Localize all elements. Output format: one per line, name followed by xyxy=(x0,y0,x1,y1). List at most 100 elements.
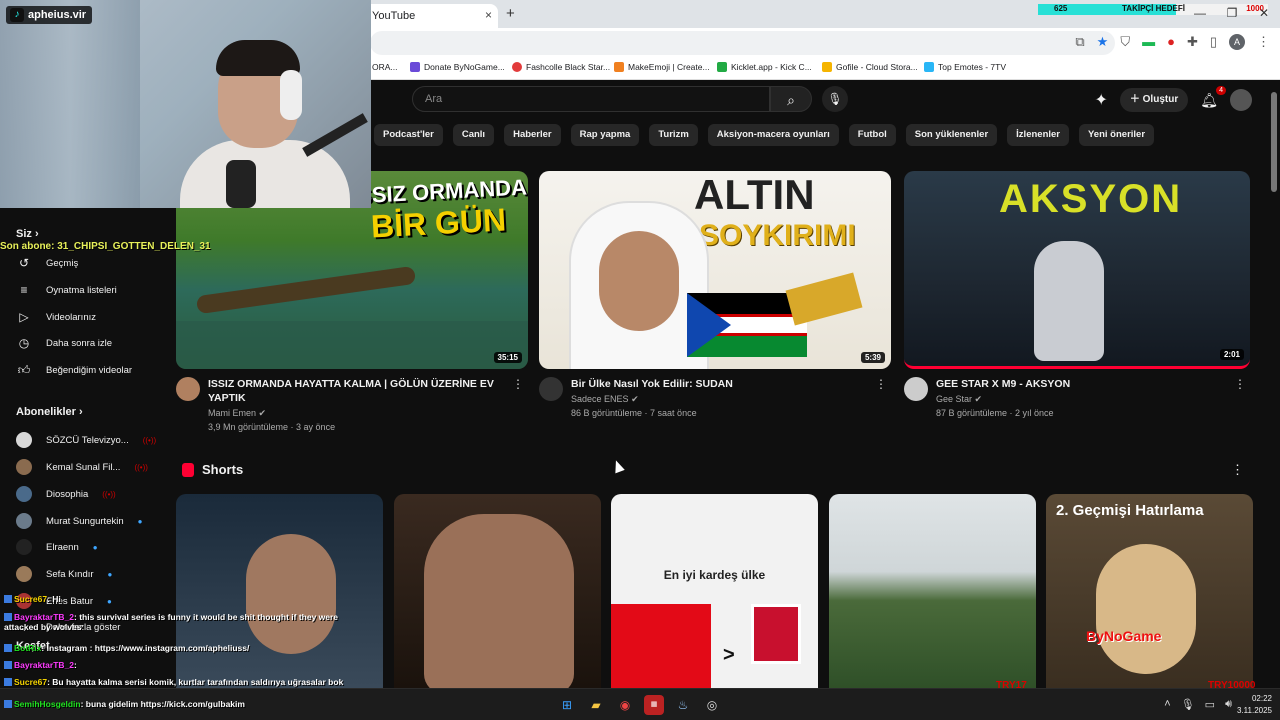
extensions-puzzle-icon[interactable]: ✚ xyxy=(1187,34,1198,50)
page-scrollbar[interactable] xyxy=(1271,92,1277,192)
sidebar-item-your-videos[interactable]: ▷ Videolarınız xyxy=(16,310,96,324)
channel-avatar[interactable] xyxy=(904,377,928,401)
video-card[interactable]: AKSYON 2:01 GEE STAR X M9 - AKSYON Gee S… xyxy=(904,171,1250,418)
chip-news[interactable]: Haberler xyxy=(504,124,561,146)
create-button[interactable]: ＋ Oluştur xyxy=(1119,88,1189,112)
short-card[interactable]: En iyi kardeş ülke > xyxy=(611,494,818,688)
chip-recent[interactable]: Son yüklenenler xyxy=(905,124,998,146)
chip-live[interactable]: Canlı xyxy=(452,124,495,146)
shorts-more-icon[interactable]: ⋮ xyxy=(1231,462,1244,478)
sidebar-item-watch-later[interactable]: ◷ Daha sonra izle xyxy=(16,336,112,350)
premium-sparkle-icon[interactable]: ✦ xyxy=(1094,90,1107,110)
address-bar[interactable] xyxy=(370,31,1115,55)
network-icon[interactable]: ▭ xyxy=(1205,698,1215,711)
chip-new-recommendations[interactable]: Yeni öneriler xyxy=(1079,124,1155,146)
chip-podcasts[interactable]: Podcast'ler xyxy=(374,124,443,146)
minimize-button[interactable]: — xyxy=(1184,0,1216,28)
gofile-icon xyxy=(822,62,832,72)
video-thumbnail[interactable]: ALTIN SOYKIRIMI 5:39 xyxy=(539,171,891,369)
video-card[interactable]: ISSIZ ORMANDA BİR GÜN 35:15 ISSIZ ORMAND… xyxy=(176,171,528,432)
search-button[interactable]: ⌕ xyxy=(770,86,812,112)
extension-battery-icon[interactable]: ▬ xyxy=(1142,34,1155,50)
bookmark-star-icon[interactable]: ★ xyxy=(1097,34,1109,50)
sidebar-sub-elraenn[interactable]: Elraenn ● xyxy=(16,539,98,555)
shield-icon[interactable]: ⛉ xyxy=(1120,34,1130,50)
voice-search-button[interactable]: 🎙 xyxy=(822,86,848,112)
sidebar-item-playlists[interactable]: ≡ Oynatma listeleri xyxy=(16,283,116,297)
new-tab-button[interactable]: + xyxy=(506,5,515,22)
voicemeeter-icon[interactable]: ▦ xyxy=(644,695,664,715)
sidebar-sub-diosophia[interactable]: Diosophia ((•)) xyxy=(16,486,116,502)
bookmark-3[interactable]: MakeEmoji | Create... xyxy=(614,62,710,72)
video-title[interactable]: Bir Ülke Nasıl Yok Edilir: SUDAN xyxy=(571,377,871,391)
mic-tray-icon[interactable]: 🎙 xyxy=(1181,698,1195,711)
more-options-icon[interactable]: ⋮ xyxy=(875,377,887,391)
menu-kebab-icon[interactable]: ⋮ xyxy=(1257,34,1270,50)
channel-name[interactable]: Mami Emen ✔ xyxy=(208,408,528,419)
chip-watched[interactable]: İzlenenler xyxy=(1007,124,1069,146)
clock-time: 02:22 xyxy=(1251,694,1272,703)
sidebar-sub-sozcu[interactable]: SÖZCÜ Televizyo... ((•)) xyxy=(16,432,156,448)
video-card[interactable]: ALTIN SOYKIRIMI 5:39 Bir Ülke Nasıl Yok … xyxy=(539,171,891,418)
sidebar-sub-sefa-kindir[interactable]: Sefa Kındır ● xyxy=(16,566,112,582)
account-avatar[interactable] xyxy=(1230,89,1252,111)
sidepanel-icon[interactable]: ▯ xyxy=(1210,34,1217,50)
channel-avatar[interactable] xyxy=(176,377,200,401)
sidebar-sub-murat-sungurtekin[interactable]: Murat Sungurtekin ● xyxy=(16,513,142,529)
notifications-button[interactable]: 🔔︎ 4 xyxy=(1200,85,1226,109)
short-card[interactable] xyxy=(176,494,383,688)
sidebar-subscriptions-header[interactable]: Abonelikler › xyxy=(16,406,83,418)
webcam-overlay: ♪ apheius.vir xyxy=(0,0,371,208)
more-options-icon[interactable]: ⋮ xyxy=(512,377,524,391)
sidebar-item-liked[interactable]: 👍︎ Beğendiğim videolar xyxy=(16,363,132,378)
channel-avatar[interactable] xyxy=(539,377,563,401)
bookmark-5[interactable]: Gofile - Cloud Stora... xyxy=(822,62,918,72)
profile-avatar[interactable]: A xyxy=(1229,34,1245,50)
steam-icon[interactable]: ♨ xyxy=(673,695,693,715)
more-options-icon[interactable]: ⋮ xyxy=(1234,377,1246,391)
tray-expand-icon[interactable]: ˄ xyxy=(1164,698,1170,711)
search-input[interactable]: Ara xyxy=(412,86,770,112)
tab-close-icon[interactable]: × xyxy=(485,8,492,22)
short-card[interactable]: 2. Geçmişi Hatırlama ByNoGame xyxy=(1046,494,1253,688)
playlist-icon: ≡ xyxy=(20,283,28,297)
obs-icon[interactable]: ◎ xyxy=(702,695,722,715)
bookmark-2[interactable]: Fashcolle Black Star... xyxy=(512,62,610,72)
system-clock[interactable]: 02:22 3.11.2025 xyxy=(1237,693,1272,717)
volume-icon[interactable]: 🔊︎ xyxy=(1225,698,1232,711)
sidebar-sub-kemal-sunal[interactable]: Kemal Sunal Fil... ((•)) xyxy=(16,459,148,475)
video-title[interactable]: GEE STAR X M9 - AKSYON xyxy=(936,377,1236,391)
file-explorer-icon[interactable]: ▰ xyxy=(586,695,606,715)
close-window-button[interactable]: ✕ xyxy=(1248,0,1280,28)
video-thumbnail[interactable]: AKSYON 2:01 xyxy=(904,171,1250,369)
short-card[interactable] xyxy=(829,494,1036,688)
sidebar-you-header[interactable]: Siz › xyxy=(16,228,39,240)
badge-icon xyxy=(4,644,12,652)
bookmark-6[interactable]: Top Emotes - 7TV xyxy=(924,62,1006,72)
bookmark-0[interactable]: ORA... xyxy=(372,62,398,72)
sidebar-item-history[interactable]: ↺ Geçmiş xyxy=(16,256,78,270)
bookmark-4[interactable]: Kicklet.app - Kick C... xyxy=(717,62,812,72)
windows-start-icon[interactable]: ⊞ xyxy=(557,695,577,715)
short-card[interactable] xyxy=(394,494,601,688)
shorts-icon xyxy=(182,462,194,477)
install-icon[interactable]: ⧉ xyxy=(1075,34,1084,50)
tab-youtube[interactable]: YouTube × xyxy=(360,4,498,28)
chat-message: BayraktarTB_2: xyxy=(4,660,77,670)
maximize-button[interactable]: ❐ xyxy=(1216,0,1248,28)
bookmark-1[interactable]: Donate ByNoGame... xyxy=(410,62,505,72)
chip-rap[interactable]: Rap yapma xyxy=(570,124,640,146)
chip-action-adventure[interactable]: Aksiyon-macera oyunları xyxy=(707,124,839,146)
channel-name-text: Gee Star xyxy=(936,394,973,404)
microphone-graphic xyxy=(226,160,256,208)
video-title[interactable]: ISSIZ ORMANDA HAYATTA KALMA | GÖLÜN ÜZER… xyxy=(208,377,508,405)
chrome-icon[interactable]: ◉ xyxy=(615,695,635,715)
chip-tourism[interactable]: Turizm xyxy=(649,124,698,146)
channel-avatar xyxy=(16,486,32,502)
sidebar-item-label: Sefa Kındır xyxy=(46,568,94,580)
tiktok-icon: ♪ xyxy=(10,8,24,22)
extension-opera-icon[interactable]: ● xyxy=(1167,34,1175,50)
channel-name[interactable]: Sadece ENES ✔ xyxy=(571,394,891,405)
channel-name[interactable]: Gee Star ✔ xyxy=(936,394,1250,405)
chip-football[interactable]: Futbol xyxy=(848,124,896,146)
